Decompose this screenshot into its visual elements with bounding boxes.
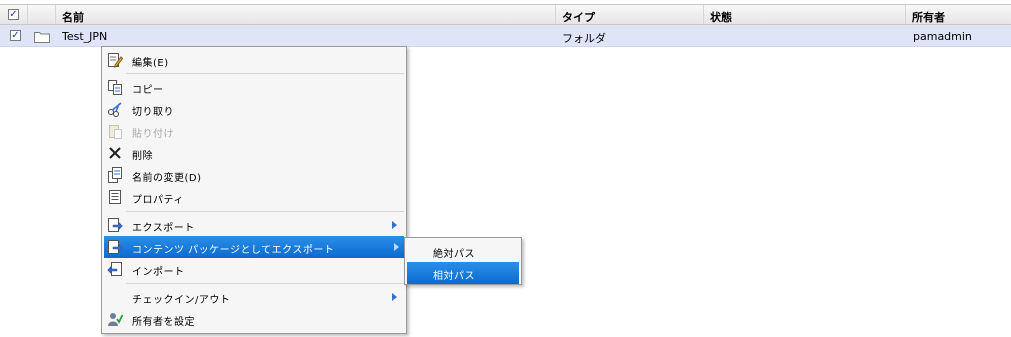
column-header-status[interactable]: 状態	[704, 5, 906, 24]
folder-icon	[34, 30, 50, 46]
import-icon	[107, 261, 123, 277]
menu-item-set-owner[interactable]: 所有者を設定	[104, 308, 404, 330]
menu-item-edit-label: 編集(E)	[132, 58, 169, 69]
menu-item-export-content-package-label: コンテンツ パッケージとしてエクスポート	[132, 245, 335, 256]
menu-item-import[interactable]: インポート	[104, 258, 404, 280]
row-owner: pamadmin	[913, 30, 972, 43]
properties-icon	[107, 189, 123, 205]
column-header-name[interactable]: 名前	[56, 5, 556, 24]
menu-item-delete[interactable]: 削除	[104, 142, 404, 164]
column-header-owner[interactable]: 所有者	[906, 5, 1011, 24]
context-menu: 編集(E) コピー 切り取り 貼り付け 削除 名前の変更(D) プロパティ エク…	[101, 46, 407, 334]
menu-item-export-content-package[interactable]: コンテンツ パッケージとしてエクスポート	[104, 236, 404, 258]
scissors-icon	[107, 101, 123, 117]
menu-separator	[126, 73, 404, 74]
menu-item-rename[interactable]: 名前の変更(D)	[104, 164, 404, 186]
menu-item-properties[interactable]: プロパティ	[104, 186, 404, 208]
set-owner-icon	[107, 311, 124, 327]
menu-item-export[interactable]: エクスポート	[104, 214, 404, 236]
menu-item-check-in-out-label: チェックイン/アウト	[132, 295, 231, 306]
menu-item-copy[interactable]: コピー	[104, 76, 404, 98]
export-icon	[107, 217, 123, 233]
submenu-arrow-icon	[392, 221, 397, 229]
menu-item-copy-label: コピー	[132, 85, 164, 96]
select-all-column: ✓	[0, 5, 28, 24]
submenu-arrow-icon	[392, 293, 397, 301]
menu-item-properties-label: プロパティ	[132, 195, 184, 206]
column-header-type-label: タイプ	[562, 11, 595, 24]
icon-column	[28, 5, 56, 24]
menu-item-edit[interactable]: 編集(E)	[104, 49, 404, 71]
menu-separator	[126, 211, 404, 212]
export-submenu: 絶対パス 相対パス	[404, 237, 522, 285]
submenu-item-relative-path-label: 相対パス	[433, 271, 475, 282]
menu-item-paste[interactable]: 貼り付け	[104, 120, 404, 142]
menu-item-set-owner-label: 所有者を設定	[132, 317, 195, 328]
submenu-item-absolute-path[interactable]: 絶対パス	[407, 240, 519, 262]
menu-item-check-in-out[interactable]: チェックイン/アウト	[104, 286, 404, 308]
table-row[interactable]: ✓ Test_JPN フォルダ pamadmin	[0, 25, 1011, 47]
edit-icon	[107, 52, 124, 68]
delete-x-icon	[107, 145, 123, 161]
paste-icon	[107, 123, 123, 139]
menu-item-delete-label: 削除	[132, 151, 153, 162]
row-type: フォルダ	[562, 32, 606, 45]
menu-item-rename-label: 名前の変更(D)	[132, 173, 202, 184]
column-header-owner-label: 所有者	[912, 11, 945, 24]
menu-item-export-label: エクスポート	[132, 223, 195, 234]
column-header-type[interactable]: タイプ	[556, 5, 704, 24]
grid-header: ✓ 名前 タイプ 状態 所有者	[0, 4, 1011, 25]
row-name[interactable]: Test_JPN	[62, 30, 107, 43]
menu-item-paste-label: 貼り付け	[132, 129, 174, 140]
column-header-name-label: 名前	[62, 11, 84, 24]
row-checkbox[interactable]: ✓	[10, 30, 21, 41]
menu-item-cut-label: 切り取り	[132, 107, 174, 118]
menu-item-import-label: インポート	[132, 267, 185, 278]
select-all-checkbox[interactable]: ✓	[8, 9, 19, 20]
submenu-item-relative-path[interactable]: 相対パス	[407, 262, 519, 284]
column-header-status-label: 状態	[710, 11, 732, 24]
copy-icon	[107, 79, 123, 95]
menu-item-cut[interactable]: 切り取り	[104, 98, 404, 120]
rename-icon	[107, 167, 123, 183]
submenu-arrow-icon	[394, 243, 399, 251]
export-package-icon	[107, 239, 123, 255]
menu-separator	[126, 283, 404, 284]
submenu-item-absolute-path-label: 絶対パス	[433, 249, 475, 260]
